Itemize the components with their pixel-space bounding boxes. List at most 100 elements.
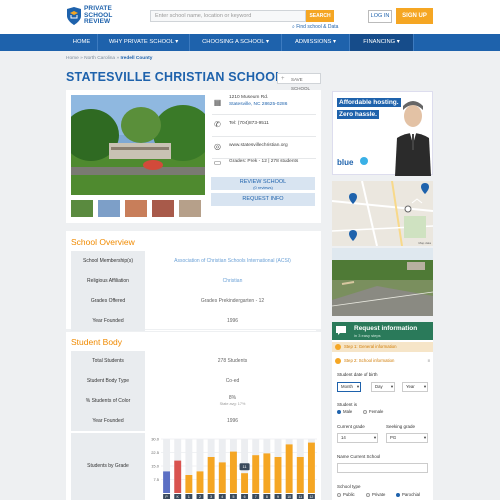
- bar: [207, 457, 215, 493]
- review-count: (0 reviews): [253, 185, 273, 190]
- nav-admissions[interactable]: ADMISSIONS ▾: [282, 34, 350, 51]
- current-grade-label: Current grade: [337, 424, 365, 429]
- photo-thumbnail[interactable]: [71, 200, 93, 217]
- radio-selected-icon: [337, 410, 341, 414]
- table-row: Student Body Type Co-ed: [71, 371, 316, 391]
- address-row: ▦ 1210 Museum Rd. Statesville, NC 28625-0…: [212, 93, 316, 115]
- seeking-grade-select[interactable]: PG ▾: [386, 433, 428, 443]
- year-select[interactable]: Year ▾: [402, 382, 428, 392]
- category-label: 9: [277, 495, 279, 499]
- public-radio[interactable]: Public: [337, 492, 355, 497]
- signup-button[interactable]: SIGN UP: [396, 8, 433, 24]
- breadcrumb-separator: »: [80, 56, 83, 61]
- table-row: Year Founded 1996: [71, 411, 316, 431]
- school-photo[interactable]: [71, 95, 205, 195]
- main-nav: HOME WHY PRIVATE SCHOOL ▾ CHOOSING A SCH…: [0, 34, 500, 51]
- photo-thumbnail[interactable]: [125, 200, 147, 217]
- radio-selected-icon: [396, 493, 400, 497]
- row-label: Student Body Type: [71, 371, 145, 391]
- photo-thumbnail[interactable]: [98, 200, 120, 217]
- student-body-heading: Student Body: [71, 337, 123, 347]
- menu-icon: ≡: [427, 358, 430, 363]
- step-2[interactable]: Step 2: School information ≡: [332, 356, 433, 366]
- dob-label: Student date of birth: [337, 372, 378, 377]
- map-attribution: Map data: [418, 241, 431, 245]
- row-value: 1996: [226, 318, 239, 324]
- review-school-button[interactable]: REVIEW SCHOOL (0 reviews): [211, 177, 315, 190]
- school-photo-image: [71, 95, 205, 195]
- students-by-grade-chart: 30.022.515.07.5P K 1 2 3 4 5 6 7 8 9 10 11 1211: [151, 437, 317, 499]
- page-title: STATESVILLE CHRISTIAN SCHOOL: [66, 70, 283, 84]
- save-school-button[interactable]: + SAVE SCHOOL: [277, 73, 321, 91]
- parochial-radio[interactable]: Parochial: [396, 492, 420, 497]
- step-indicator-icon: [335, 358, 341, 364]
- month-select[interactable]: Month ▾: [337, 382, 361, 392]
- map-pin-icon[interactable]: [349, 230, 357, 241]
- grades-row: ▭ Grades: Prek - 12 | 278 students: [212, 153, 316, 175]
- bar: [296, 457, 304, 493]
- category-label: 7: [255, 495, 257, 499]
- request-info-button[interactable]: REQUEST INFO: [211, 193, 315, 206]
- map-pin-icon[interactable]: [349, 193, 357, 204]
- school-location-marker-icon[interactable]: [404, 205, 412, 213]
- male-radio[interactable]: Male: [337, 409, 352, 414]
- seeking-grade-value: PG: [390, 435, 397, 440]
- bar: [174, 460, 182, 493]
- request-info-subtitle: in 3 easy steps: [354, 333, 381, 338]
- nav-choosing-a-school[interactable]: CHOOSING A SCHOOL ▾: [190, 34, 282, 51]
- nav-financing[interactable]: FINANCING ▾: [350, 34, 414, 51]
- breadcrumb-state[interactable]: North Carolina: [84, 56, 115, 61]
- female-radio[interactable]: Female: [363, 409, 383, 414]
- row-value[interactable]: Christian: [149, 271, 316, 291]
- breadcrumb-separator: »: [116, 56, 120, 61]
- school-map[interactable]: Map data: [332, 181, 433, 246]
- logo-shield-icon: [67, 7, 81, 25]
- seeking-grade-label: Seeking grade: [386, 424, 416, 429]
- current-grade-select[interactable]: 14 ▾: [337, 433, 378, 443]
- row-value[interactable]: Association of Christian Schools Interna…: [149, 251, 316, 271]
- chevron-down-icon: ▾: [390, 384, 393, 389]
- phone-number: Tel: (704)873-9511: [229, 121, 269, 126]
- message-icon: [336, 326, 346, 335]
- search-button[interactable]: SEARCH: [306, 10, 334, 22]
- breadcrumb: Home » North Carolina » Iredell County: [66, 56, 152, 61]
- table-row: % Students of Color 8% State avg: 17%: [71, 391, 316, 411]
- current-school-label: Name Current School: [337, 454, 381, 459]
- breadcrumb-current: Iredell County: [120, 56, 153, 61]
- private-radio[interactable]: Private: [366, 492, 385, 497]
- logo-text: PRIVATE SCHOOL REVIEW: [84, 5, 112, 26]
- site-logo[interactable]: PRIVATE SCHOOL REVIEW: [66, 5, 128, 28]
- day-select[interactable]: Day ▾: [371, 382, 395, 392]
- street-view[interactable]: [332, 248, 433, 316]
- search-input[interactable]: Enter school name, location or keyword: [150, 10, 306, 22]
- advertisement[interactable]: Affordable hosting. Zero hassle. blue: [332, 91, 433, 176]
- category-label: 6: [244, 495, 246, 499]
- y-tick-label: 15.0: [151, 464, 160, 469]
- parochial-label: Parochial: [402, 492, 420, 497]
- map-pin-icon[interactable]: [421, 183, 429, 194]
- radio-icon: [337, 493, 341, 497]
- ad-brand-icon: [360, 157, 368, 165]
- step-1[interactable]: Step 1: General information: [332, 342, 433, 352]
- nav-home[interactable]: HOME: [66, 34, 98, 51]
- breadcrumb-home[interactable]: Home: [66, 56, 79, 61]
- address-line-2[interactable]: Statesville, NC 28625-0286: [229, 102, 287, 109]
- radio-icon: [366, 493, 370, 497]
- request-info-title: Request information: [354, 325, 418, 332]
- photo-thumbnail[interactable]: [152, 200, 174, 217]
- bar: [274, 457, 282, 493]
- website-link[interactable]: www.statesvillechristian.org: [229, 143, 288, 150]
- male-label: Male: [343, 409, 353, 414]
- row-value: 8% State avg: 17%: [149, 391, 316, 411]
- photo-thumbnail[interactable]: [179, 200, 201, 217]
- find-school-link[interactable]: ⌕ Find school & Data: [292, 24, 338, 30]
- login-button[interactable]: LOG IN: [368, 10, 392, 23]
- row-label: Year Founded: [71, 311, 145, 331]
- plus-icon: +: [281, 76, 285, 82]
- request-info-header: Request information in 3 easy steps: [332, 322, 433, 340]
- nav-why-private-school[interactable]: WHY PRIVATE SCHOOL ▾: [98, 34, 190, 51]
- phone-row: ✆ Tel: (704)873-9511: [212, 115, 316, 137]
- bar: [307, 442, 315, 493]
- current-school-input[interactable]: [337, 463, 428, 473]
- private-label: Private: [372, 492, 386, 497]
